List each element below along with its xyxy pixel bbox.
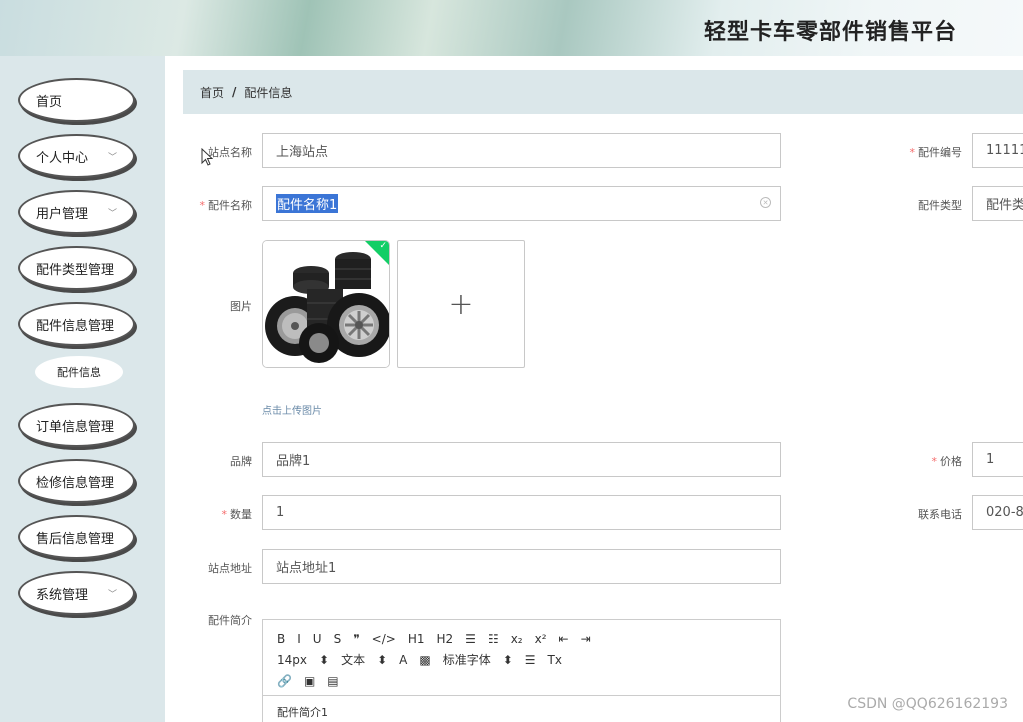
link-toolbar-button[interactable]: 🔗 (277, 674, 292, 688)
background-color-toolbar-button[interactable]: ▩ (419, 653, 430, 667)
brand-field[interactable]: 品牌1 (262, 442, 781, 477)
header-select-toolbar-button[interactable]: 文本 (341, 651, 365, 668)
part-type-select[interactable]: 配件类型1 (972, 186, 1023, 221)
chevron-down-icon: ﹀ (107, 209, 117, 219)
image-upload-button[interactable]: + (397, 240, 525, 368)
sidebar-item-label: 系统管理 (36, 587, 89, 603)
station-address-label: 站点地址 (208, 562, 252, 575)
clean-format-toolbar-button[interactable]: Tx (548, 653, 562, 667)
sidebar-item-label: 配件类型管理 (36, 262, 115, 278)
sidebar-item-personal-center[interactable]: 个人中心 ﹀ (18, 134, 135, 178)
ordered-list-toolbar-button[interactable]: ☰ (465, 632, 476, 646)
intro-label: 配件简介 (208, 614, 252, 627)
sidebar-item-label: 售后信息管理 (36, 531, 115, 547)
quantity-field[interactable]: 1 (262, 495, 781, 530)
image-toolbar-button[interactable]: ▣ (304, 674, 315, 688)
header-arrow-toolbar-button[interactable]: ⬍ (377, 653, 387, 667)
brand-label: 品牌 (230, 455, 252, 468)
sidebar-item-repair-management[interactable]: 检修信息管理 (18, 459, 135, 503)
station-name-field[interactable]: 上海站点 (262, 133, 781, 168)
sidebar-item-part-info-management[interactable]: 配件信息管理 (18, 302, 135, 346)
breadcrumb-separator: / (232, 85, 237, 99)
superscript-toolbar-button[interactable]: x² (535, 632, 547, 646)
upload-tip[interactable]: 点击上传图片 (262, 402, 322, 417)
breadcrumb-home[interactable]: 首页 (200, 84, 224, 101)
font-size-arrow-toolbar-button[interactable]: ⬍ (319, 653, 329, 667)
chevron-down-icon: ﹀ (107, 590, 117, 600)
font-family-toolbar-button[interactable]: 标准字体 (443, 651, 491, 668)
sidebar-subitem-part-info[interactable]: 配件信息 (35, 356, 123, 388)
station-address-field[interactable]: 站点地址1 (262, 549, 781, 584)
quote-toolbar-button[interactable]: ❞ (353, 632, 359, 646)
chevron-down-icon: ﹀ (107, 153, 117, 163)
font-size-toolbar-button[interactable]: 14px (277, 653, 307, 667)
app-title: 轻型卡车零部件销售平台 (703, 20, 957, 45)
mouse-cursor-icon (201, 148, 213, 166)
rich-text-editor[interactable]: B I U S ❞ </> H1 H2 ☰ ☷ x₂ x² ⇤ ⇥ 14px ⬍ 文本 ⬍ A ▩ 标准字体 ⬍ ☰ Tx … (262, 619, 781, 722)
part-no-label: * 配件编号 (909, 146, 963, 159)
font-family-arrow-toolbar-button[interactable]: ⬍ (503, 653, 513, 667)
align-toolbar-button[interactable]: ☰ (525, 653, 536, 667)
uploaded-image-thumbnail[interactable]: ✓ (262, 240, 390, 368)
underline-toolbar-button[interactable]: U (313, 632, 322, 646)
price-field[interactable]: 1 (972, 442, 1023, 477)
font-color-toolbar-button[interactable]: A (399, 653, 407, 667)
sidebar-item-label: 个人中心 (36, 150, 89, 166)
breadcrumb: 首页 / 配件信息 (183, 70, 1023, 114)
plus-icon: + (448, 286, 474, 322)
bullet-list-toolbar-button[interactable]: ☷ (488, 632, 499, 646)
sidebar-item-label: 检修信息管理 (36, 475, 115, 491)
sidebar-item-after-sales-management[interactable]: 售后信息管理 (18, 515, 135, 559)
editor-content[interactable]: 配件简介1 (263, 696, 780, 722)
subscript-toolbar-button[interactable]: x₂ (511, 632, 523, 646)
h2-toolbar-button[interactable]: H2 (437, 632, 454, 646)
phone-label: 联系电话 (918, 508, 962, 521)
watermark: CSDN @QQ626162193 (847, 696, 1008, 712)
app-header: 轻型卡车零部件销售平台 (0, 0, 1023, 56)
breadcrumb-current: 配件信息 (244, 85, 293, 100)
image-label: 图片 (230, 300, 252, 313)
station-name-label: 站点名称 (208, 146, 252, 159)
sidebar-item-label: 用户管理 (36, 206, 89, 222)
h1-toolbar-button[interactable]: H1 (408, 632, 425, 646)
video-toolbar-button[interactable]: ▤ (327, 674, 338, 688)
sidebar-item-system-management[interactable]: 系统管理 ﹀ (18, 571, 135, 615)
part-no-field[interactable]: 1111111 (972, 133, 1023, 168)
part-name-label: * 配件名称 (199, 199, 253, 212)
sidebar-item-part-type-management[interactable]: 配件类型管理 (18, 246, 135, 290)
outdent-toolbar-button[interactable]: ⇤ (559, 632, 569, 646)
part-type-label: 配件类型 (918, 199, 962, 212)
indent-toolbar-button[interactable]: ⇥ (581, 632, 591, 646)
editor-toolbar: B I U S ❞ </> H1 H2 ☰ ☷ x₂ x² ⇤ ⇥ 14px ⬍ 文本 ⬍ A ▩ 标准字体 ⬍ ☰ Tx … (263, 620, 780, 696)
code-toolbar-button[interactable]: </> (372, 632, 396, 646)
italic-toolbar-button[interactable]: I (297, 632, 301, 646)
check-icon: ✓ (379, 241, 387, 251)
price-label: * 价格 (931, 455, 963, 468)
part-name-field[interactable]: 配件名称1 ✕ (262, 186, 781, 221)
sidebar-item-order-management[interactable]: 订单信息管理 (18, 403, 135, 447)
sidebar-item-label: 首页 (36, 94, 63, 110)
sidebar-item-user-management[interactable]: 用户管理 ﹀ (18, 190, 135, 234)
sidebar-item-label: 配件信息管理 (36, 318, 115, 334)
strike-toolbar-button[interactable]: S (334, 632, 342, 646)
sidebar: 首页 个人中心 ﹀ 用户管理 ﹀ 配件类型管理 配件信息管理 配件信息 订单信息… (0, 56, 165, 722)
main-content: 首页 / 配件信息 站点名称 上海站点 *配件编号 1111111 *配件名称 … (165, 56, 1023, 722)
sidebar-subitem-label: 配件信息 (57, 366, 101, 379)
clear-icon[interactable]: ✕ (760, 197, 771, 208)
sidebar-item-home[interactable]: 首页 (18, 78, 135, 122)
sidebar-item-label: 订单信息管理 (36, 419, 115, 435)
phone-field[interactable]: 020-89819991 (972, 495, 1023, 530)
quantity-label: * 数量 (221, 508, 253, 521)
bold-toolbar-button[interactable]: B (277, 632, 285, 646)
